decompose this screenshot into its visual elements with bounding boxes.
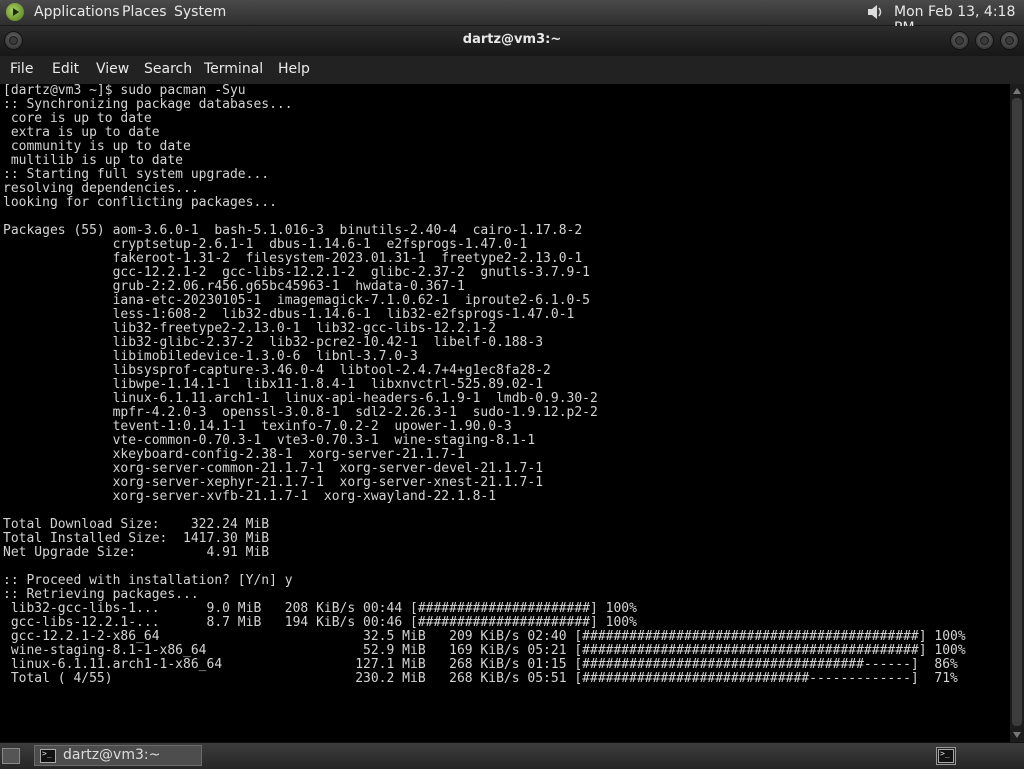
terminal-icon — [40, 749, 56, 763]
terminal-line: vte-common-0.70.3-1 vte3-0.70.3-1 wine-s… — [3, 433, 536, 448]
terminal-line: :: Proceed with installation? [Y/n] y — [3, 573, 293, 588]
terminal-line: grub-2:2.06.r456.g65bc45963-1 hwdata-0.3… — [3, 279, 465, 294]
terminal-line: gcc-12.2.1-2 gcc-libs-12.2.1-2 glibc-2.3… — [3, 265, 590, 280]
taskbar-item-terminal[interactable]: dartz@vm3:~ — [34, 745, 202, 766]
terminal-line: xorg-server-xephyr-21.1.7-1 xorg-server-… — [3, 475, 544, 490]
terminal-line: mpfr-4.2.0-3 openssl-3.0.8-1 sdl2-2.26.3… — [3, 405, 598, 420]
terminal-line: libimobiledevice-1.3.0-6 libnl-3.7.0-3 — [3, 349, 418, 364]
minimize-button[interactable] — [950, 31, 969, 50]
terminal-line: gcc-libs-12.2.1-... 8.7 MiB 194 KiB/s 00… — [3, 615, 637, 630]
menu-edit[interactable]: Edit — [52, 61, 79, 77]
terminal-area[interactable]: [dartz@vm3 ~]$ sudo pacman -Syu :: Synch… — [0, 84, 1010, 742]
terminal-line: [dartz@vm3 ~]$ sudo pacman -Syu — [3, 84, 246, 98]
terminal-line: iana-etc-20230105-1 imagemagick-7.1.0.62… — [3, 293, 590, 308]
terminal-line: lib32-freetype2-2.13.0-1 lib32-gcc-libs-… — [3, 321, 497, 336]
terminal-line: extra is up to date — [3, 125, 160, 140]
terminal-line: xorg-server-xvfb-21.1.7-1 xorg-xwayland-… — [3, 489, 497, 504]
volume-icon[interactable] — [866, 3, 884, 21]
terminal-line: Total Installed Size: 1417.30 MiB — [3, 531, 270, 546]
bottom-panel: dartz@vm3:~ — [0, 742, 1024, 769]
terminal-line: libwpe-1.14.1-1 libx11-1.8.4-1 libxnvctr… — [3, 377, 544, 392]
applications-menu[interactable]: Applications — [34, 4, 120, 20]
terminal-line: linux-6.1.11.arch1-1-x86_64 127.1 MiB 26… — [3, 657, 958, 672]
terminal-line: core is up to date — [3, 111, 152, 126]
terminal-scrollbar[interactable] — [1010, 84, 1024, 742]
scroll-up-icon[interactable] — [1013, 88, 1021, 94]
menu-view[interactable]: View — [96, 61, 129, 77]
terminal-line: Total ( 4/55) 230.2 MiB 268 KiB/s 05:51 … — [3, 671, 958, 686]
terminal-line: :: Synchronizing package databases... — [3, 97, 293, 112]
terminal-line: resolving dependencies... — [3, 181, 199, 196]
window-title: dartz@vm3:~ — [462, 32, 562, 47]
terminal-line: Net Upgrade Size: 4.91 MiB — [3, 545, 270, 560]
places-menu[interactable]: Places — [122, 4, 167, 20]
terminal-line: libsysprof-capture-3.46.0-4 libtool-2.4.… — [3, 363, 551, 378]
terminal-line: xkeyboard-config-2.38-1 xorg-server-21.1… — [3, 447, 465, 462]
terminal-line: tevent-1:0.14.1-1 texinfo-7.0.2-2 upower… — [3, 419, 512, 434]
close-button[interactable] — [1000, 31, 1019, 50]
scrollbar-thumb[interactable] — [1012, 98, 1022, 726]
terminal-line: Total Download Size: 322.24 MiB — [3, 517, 270, 532]
terminal-line: linux-6.1.11.arch1-1 linux-api-headers-6… — [3, 391, 598, 406]
window-titlebar[interactable]: dartz@vm3:~ — [0, 26, 1024, 56]
terminal-output: [dartz@vm3 ~]$ sudo pacman -Syu :: Synch… — [3, 84, 966, 686]
terminal-line: :: Starting full system upgrade... — [3, 167, 270, 182]
terminal-line: multilib is up to date — [3, 153, 184, 168]
terminal-line: community is up to date — [3, 139, 191, 154]
distro-logo-icon[interactable] — [6, 3, 24, 21]
terminal-line: xorg-server-common-21.1.7-1 xorg-server-… — [3, 461, 544, 476]
show-desktop-icon[interactable] — [2, 748, 20, 764]
terminal-line: Packages (55) aom-3.6.0-1 bash-5.1.016-3… — [3, 223, 583, 238]
menu-help[interactable]: Help — [278, 61, 310, 77]
terminal-line: looking for conflicting packages... — [3, 195, 277, 210]
terminal-icon — [938, 749, 954, 763]
menu-terminal[interactable]: Terminal — [204, 61, 263, 77]
terminal-line: cryptsetup-2.6.1-1 dbus-1.14.6-1 e2fspro… — [3, 237, 528, 252]
workspace-switcher[interactable] — [936, 747, 956, 765]
terminal-line: less-1:608-2 lib32-dbus-1.14.6-1 lib32-e… — [3, 307, 575, 322]
menu-search[interactable]: Search — [144, 61, 192, 77]
terminal-line: lib32-gcc-libs-1... 9.0 MiB 208 KiB/s 00… — [3, 601, 637, 616]
menubar: File Edit View Search Terminal Help — [0, 56, 1024, 84]
scroll-down-icon[interactable] — [1013, 732, 1021, 738]
system-menu[interactable]: System — [174, 4, 226, 20]
top-panel: Applications Places System Mon Feb 13, 4… — [0, 0, 1024, 36]
terminal-line: gcc-12.2.1-2-x86_64 32.5 MiB 209 KiB/s 0… — [3, 629, 966, 644]
terminal-line: wine-staging-8.1-1-x86_64 52.9 MiB 169 K… — [3, 643, 966, 658]
terminal-line: :: Retrieving packages... — [3, 587, 199, 602]
menu-file[interactable]: File — [10, 61, 33, 77]
maximize-button[interactable] — [975, 31, 994, 50]
taskbar-item-label: dartz@vm3:~ — [63, 747, 161, 763]
terminal-line: fakeroot-1.31-2 filesystem-2023.01.31-1 … — [3, 251, 583, 266]
terminal-line: lib32-glibc-2.37-2 lib32-pcre2-10.42-1 l… — [3, 335, 544, 350]
